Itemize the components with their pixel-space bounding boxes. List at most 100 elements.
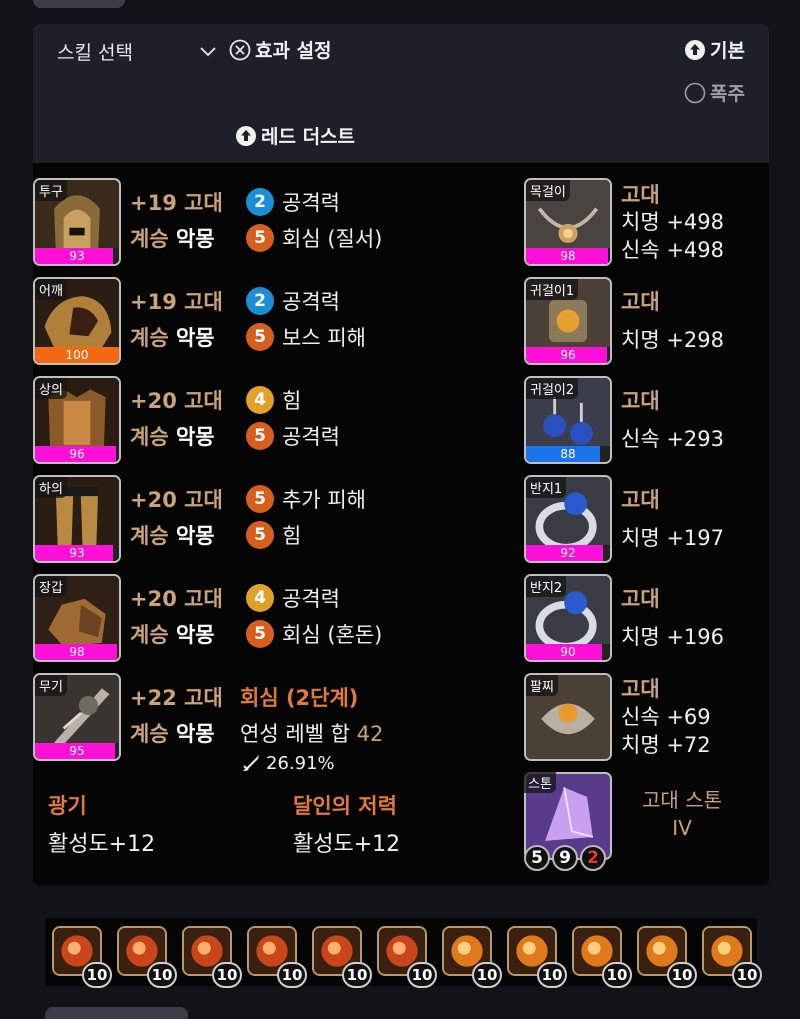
armor-effect: 5 회심 (질서) [246, 223, 382, 253]
accessory-slot-earring2[interactable]: 귀걸이2 88 [524, 376, 612, 464]
accessory-stat: 신속 +293 [621, 427, 724, 451]
gem-slot[interactable]: 10 [637, 926, 697, 988]
accessory-slot-ring2[interactable]: 반지2 90 [524, 574, 612, 662]
gem-slot[interactable]: 10 [572, 926, 632, 988]
slot-tag: 장갑 [35, 576, 67, 597]
accessory-slot-earring1[interactable]: 귀걸이1 96 [524, 277, 612, 365]
effect-level-badge: 5 [246, 422, 274, 450]
gem-slot[interactable]: 10 [507, 926, 567, 988]
armor-effect: 2 공격력 [246, 187, 340, 217]
rampage-label: 폭주 [710, 83, 745, 105]
effect-name: 회심 (질서) [282, 227, 383, 251]
effect-level-badge: 5 [246, 485, 274, 513]
effect-name: 추가 피해 [282, 488, 366, 512]
gem-level-badge: 10 [472, 962, 502, 988]
quality-bar: 93 [35, 545, 119, 561]
armor-slot-pants[interactable]: 하의 93 [33, 475, 121, 563]
effect-level-badge: 4 [246, 386, 274, 414]
quality-value: 90 [560, 645, 576, 659]
gem-level-badge: 10 [407, 962, 437, 988]
quality-bar: 92 [526, 545, 610, 561]
stone-level-badge: 9 [552, 845, 578, 871]
effect-name: 공격력 [282, 290, 340, 314]
quality-value: 96 [69, 447, 85, 461]
effect-level-badge: 4 [246, 584, 274, 612]
accessory-grade: 고대 [621, 677, 660, 701]
armor-effect: 5 힘 [246, 520, 301, 550]
accessory-grade: 고대 [621, 389, 660, 413]
red-dust-button[interactable]: 레드 더스트 [235, 122, 355, 149]
slot-tag: 팔찌 [526, 675, 558, 696]
effect-level-badge: 5 [246, 323, 274, 351]
quality-bar: 98 [35, 644, 119, 660]
armor-slot-chest[interactable]: 상의 96 [33, 376, 121, 464]
chevron-down-icon[interactable] [197, 40, 219, 62]
gem-slot[interactable]: 10 [702, 926, 762, 988]
engraving-value: 활성도+12 [293, 832, 401, 857]
accessory-stat: 치명 +72 [621, 733, 711, 757]
ability-stone-slot[interactable]: 스톤 5 9 2 [524, 772, 612, 871]
gem-slot[interactable]: 10 [312, 926, 372, 988]
weapon-slot[interactable]: 무기 95 [33, 673, 121, 761]
gem-slot[interactable]: 10 [52, 926, 112, 988]
quality-bar: 96 [35, 446, 119, 462]
accessory-slot-bracelet[interactable]: 팔찌 [524, 673, 612, 761]
slot-tag: 목걸이 [526, 180, 570, 201]
engraving-name: 달인의 저력 [293, 794, 397, 818]
armor-effect: 4 힘 [246, 385, 301, 415]
armor-upgrade: +19 고대 [130, 290, 223, 314]
stone-levels: 5 9 2 [524, 845, 606, 871]
effect-setting-button[interactable]: 효과 설정 [229, 36, 332, 63]
accessory-slot-necklace[interactable]: 목걸이 98 [524, 178, 612, 266]
accessory-stat: 치명 +298 [621, 328, 724, 352]
gem-level-badge: 10 [667, 962, 697, 988]
stone-level-badge: 2 [580, 845, 606, 871]
armor-effect: 5 공격력 [246, 421, 340, 451]
gem-level-badge: 10 [537, 962, 567, 988]
weapon-upgrade: +22 고대 [130, 686, 223, 710]
effect-name: 공격력 [282, 191, 340, 215]
armor-effect: 2 공격력 [246, 286, 340, 316]
slot-tag: 어깨 [35, 279, 67, 300]
armor-slot-shoulder[interactable]: 어깨 100 [33, 277, 121, 365]
quality-bar: 88 [526, 446, 610, 462]
quality-bar: 96 [526, 347, 610, 363]
slot-tag: 귀걸이2 [526, 378, 579, 399]
effect-name: 회심 (혼돈) [282, 623, 383, 647]
quality-value: 98 [560, 249, 576, 263]
rampage-radio[interactable]: 폭주 [684, 79, 745, 106]
gem-level-badge: 10 [342, 962, 372, 988]
armor-slot-gloves[interactable]: 장갑 98 [33, 574, 121, 662]
slot-tag: 투구 [35, 180, 67, 201]
stone-name: 고대 스톤 IV [642, 788, 722, 840]
quality-bar: 95 [35, 743, 119, 759]
bottom-tab-stub[interactable] [45, 1007, 188, 1019]
engraving-name: 광기 [48, 794, 87, 818]
gem-slot[interactable]: 10 [442, 926, 502, 988]
slot-tag: 반지2 [526, 576, 567, 597]
accessory-grade: 고대 [621, 290, 660, 314]
basic-button[interactable]: 기본 [684, 36, 745, 63]
top-tab-stub[interactable] [33, 0, 125, 8]
slot-tag: 스톤 [524, 772, 556, 793]
slot-tag: 무기 [35, 675, 67, 696]
armor-tier: 계승 악몽 [130, 623, 215, 647]
armor-tier: 계승 악몽 [130, 425, 215, 449]
gem-slot[interactable]: 10 [117, 926, 177, 988]
effect-setting-label: 효과 설정 [255, 40, 332, 62]
quality-bar: 90 [526, 644, 610, 660]
skill-select-dropdown[interactable]: 스킬 선택 [57, 38, 133, 65]
weapon-tier: 계승 악몽 [130, 722, 215, 746]
accessory-slot-ring1[interactable]: 반지1 92 [524, 475, 612, 563]
gem-slot[interactable]: 10 [247, 926, 307, 988]
armor-slot-helmet[interactable]: 투구 93 [33, 178, 121, 266]
slot-tag: 하의 [35, 477, 67, 498]
effect-level-badge: 5 [246, 521, 274, 549]
armor-effect: 5 보스 피해 [246, 322, 366, 352]
gem-slot[interactable]: 10 [377, 926, 437, 988]
armor-upgrade: +20 고대 [130, 587, 223, 611]
accessory-grade: 고대 [621, 587, 660, 611]
gem-slot[interactable]: 10 [182, 926, 242, 988]
slot-tag: 귀걸이1 [526, 279, 579, 300]
weapon-level-sum: 연성 레벨 합 42 [240, 722, 384, 746]
